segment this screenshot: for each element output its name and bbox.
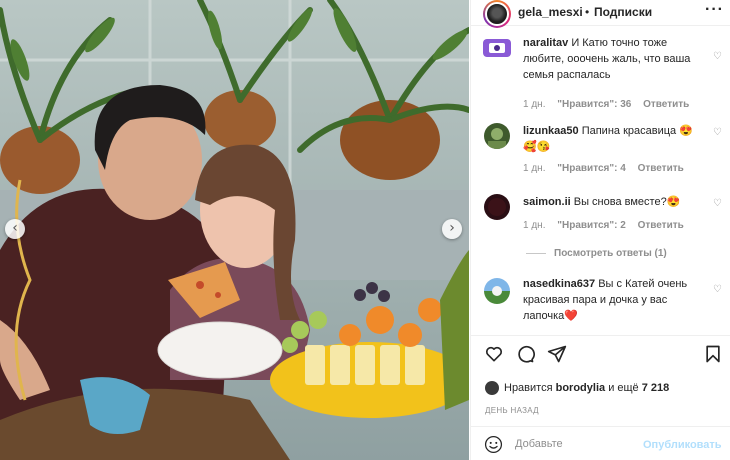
heart-icon[interactable]: ♡ (713, 284, 722, 295)
prev-arrow-icon: ‹ (12, 220, 18, 236)
likes-user[interactable]: borodylia (556, 382, 606, 394)
post-date[interactable]: ДЕНЬ НАЗАД (485, 406, 539, 415)
view-replies-label: Посмотреть ответы (1) (554, 248, 667, 259)
comment-time: 1 дн. (523, 99, 546, 110)
post-photo: ‹ › (0, 0, 469, 460)
comment-text: saimon.ii Вы снова вместе?😍 (523, 194, 703, 210)
likes-count[interactable]: 7 218 (642, 382, 670, 394)
replies-divider (526, 252, 546, 254)
add-comment-bar: Опубликовать (471, 426, 730, 460)
instagram-post-view: ‹ › gela_mesxi • Подписки ··· naralitav … (0, 0, 730, 460)
next-arrow-icon: › (449, 220, 455, 236)
commenter-avatar[interactable] (483, 39, 511, 57)
follow-button[interactable]: Подписки (594, 5, 652, 19)
comment-username[interactable]: naralitav (523, 37, 568, 49)
commenter-avatar[interactable] (484, 278, 510, 304)
comment-username[interactable]: lizunkaa50 (523, 125, 579, 137)
comment-meta: 1 дн. "Нравится": 36 Ответить (523, 99, 698, 110)
comment-time: 1 дн. (523, 220, 546, 231)
next-photo-button[interactable]: › (442, 219, 462, 239)
comment-likes[interactable]: "Нравится": 4 (557, 163, 626, 174)
photo-illustration (0, 0, 469, 460)
comment-username[interactable]: nasedkina637 (523, 278, 595, 290)
comment-reply-button[interactable]: Ответить (638, 163, 684, 174)
comment-text: nasedkina637 Вы с Катей очень красивая п… (523, 276, 703, 324)
bookmark-icon[interactable] (703, 344, 723, 364)
author-username[interactable]: gela_mesxi (518, 5, 583, 19)
likes-summary: Нравится borodylia и ещё 7 218 (485, 381, 669, 395)
emoji-icon[interactable] (484, 435, 503, 454)
comment-meta: 1 дн. "Нравится": 2 Ответить (523, 220, 693, 231)
comment-meta: 1 дн. "Нравится": 4 Ответить (523, 163, 693, 174)
prev-photo-button[interactable]: ‹ (5, 219, 25, 239)
comment-likes[interactable]: "Нравится": 36 (557, 99, 631, 110)
likes-prefix: Нравится (504, 381, 553, 394)
post-side-panel: gela_mesxi • Подписки ··· naralitav И Ка… (470, 0, 730, 460)
likes-suffix: и ещё (608, 381, 639, 394)
share-icon[interactable] (547, 344, 567, 364)
comment-text: naralitav И Катю точно тоже любите, оооч… (523, 35, 703, 83)
commenter-avatar[interactable] (484, 194, 510, 220)
comment-icon[interactable] (515, 344, 535, 364)
heart-icon[interactable]: ♡ (713, 127, 722, 138)
comment-likes[interactable]: "Нравится": 2 (557, 220, 626, 231)
comment-reply-button[interactable]: Ответить (643, 99, 689, 110)
comment-text: lizunkaa50 Папина красавица 😍🥰😘 (523, 123, 703, 155)
header-separator: • (585, 5, 590, 19)
publish-button[interactable]: Опубликовать (643, 439, 722, 451)
comment-time: 1 дн. (523, 163, 546, 174)
heart-icon[interactable] (484, 344, 504, 364)
comment-username[interactable]: saimon.ii (523, 196, 571, 208)
author-avatar[interactable] (483, 0, 511, 28)
liker-avatar[interactable] (485, 381, 499, 395)
heart-icon[interactable]: ♡ (713, 51, 722, 62)
comment-body: Вы снова вместе?😍 (573, 196, 681, 208)
comments-list: naralitav И Катю точно тоже любите, оооч… (471, 27, 730, 333)
heart-icon[interactable]: ♡ (713, 198, 722, 209)
more-icon[interactable]: ··· (705, 1, 724, 19)
commenter-avatar[interactable] (484, 123, 510, 149)
comment-reply-button[interactable]: Ответить (638, 220, 684, 231)
post-actions: Нравится borodylia и ещё 7 218 ДЕНЬ НАЗА… (471, 335, 730, 425)
post-header: gela_mesxi • Подписки ··· (471, 0, 730, 28)
view-replies-button[interactable]: Посмотреть ответы (1) (526, 248, 667, 259)
